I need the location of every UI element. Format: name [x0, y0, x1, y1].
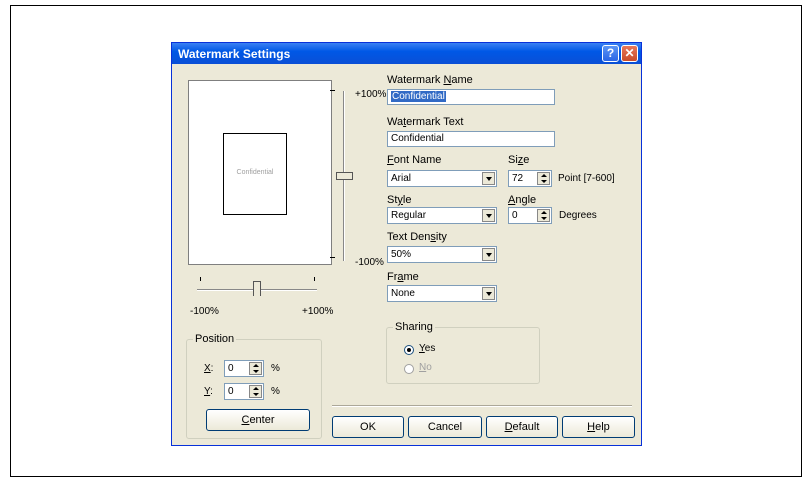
angle-spinner[interactable]: 0	[508, 207, 552, 224]
y-spin-arrows-icon[interactable]	[249, 385, 262, 398]
vertical-slider[interactable]	[334, 87, 354, 265]
hslider-max-label: +100%	[302, 306, 334, 317]
preview-page: Confidential	[223, 133, 287, 215]
hslider-tick-left	[200, 277, 201, 281]
button-separator	[332, 405, 632, 407]
frame-label: Frame	[387, 271, 419, 283]
font-name-select[interactable]: Arial	[387, 170, 497, 187]
sharing-yes-label: Yes	[419, 343, 436, 354]
size-label: Size	[508, 154, 530, 166]
watermark-text-value: Confidential	[391, 133, 444, 144]
sharing-group-title: Sharing	[393, 321, 435, 333]
help-button[interactable]: Help	[562, 416, 635, 438]
text-density-dropdown-icon[interactable]	[482, 248, 495, 261]
y-label: Y:	[204, 386, 213, 397]
size-spin-arrows-icon[interactable]	[537, 172, 550, 185]
frame-dropdown-icon[interactable]	[482, 287, 495, 300]
style-label: Style	[387, 194, 412, 206]
watermark-name-label: Watermark Name	[387, 74, 473, 86]
y-position-spinner[interactable]: 0	[224, 383, 264, 400]
y-position-value: 0	[228, 386, 234, 397]
hslider-thumb[interactable]	[253, 281, 261, 296]
vslider-thumb[interactable]	[336, 172, 353, 180]
preview-watermark-text: Confidential	[236, 169, 274, 176]
y-unit-label: %	[271, 386, 280, 397]
watermark-settings-dialog: Watermark Settings ? ✕ Confidential -100…	[171, 42, 642, 446]
cancel-button[interactable]: Cancel	[408, 416, 482, 438]
center-button[interactable]: Center	[206, 409, 310, 431]
x-unit-label: %	[271, 363, 280, 374]
ok-button[interactable]: OK	[332, 416, 404, 438]
text-density-label: Text Density	[387, 231, 447, 243]
hslider-tick-right	[314, 277, 315, 281]
size-value: 72	[512, 173, 524, 184]
watermark-text-input[interactable]: Confidential	[387, 131, 555, 147]
position-group-title: Position	[193, 333, 237, 345]
angle-value: 0	[512, 210, 518, 221]
sharing-group: Sharing	[386, 321, 540, 384]
size-unit-label: Point [7-600]	[558, 173, 615, 184]
help-icon[interactable]: ?	[602, 45, 619, 62]
sharing-no-label: No	[419, 362, 432, 373]
text-density-value: 50%	[391, 249, 412, 260]
watermark-name-value: Confidential	[391, 91, 446, 102]
font-name-value: Arial	[391, 173, 412, 184]
vslider-bottom-label: -100%	[355, 257, 384, 268]
style-dropdown-icon[interactable]	[482, 209, 495, 222]
default-button[interactable]: Default	[486, 416, 558, 438]
angle-spin-arrows-icon[interactable]	[537, 209, 550, 222]
title-bar[interactable]: Watermark Settings ? ✕	[172, 43, 641, 64]
sharing-no-radio	[404, 364, 414, 374]
horizontal-slider[interactable]	[194, 271, 320, 297]
text-density-select[interactable]: 50%	[387, 246, 497, 263]
font-name-dropdown-icon[interactable]	[482, 172, 495, 185]
style-select[interactable]: Regular	[387, 207, 497, 224]
vslider-top-label: +100%	[355, 89, 387, 100]
preview-pane: Confidential	[188, 80, 332, 265]
size-spinner[interactable]: 72	[508, 170, 552, 187]
close-icon[interactable]: ✕	[621, 45, 638, 62]
x-label: X:	[204, 363, 214, 374]
angle-label: Angle	[508, 194, 537, 206]
x-spin-arrows-icon[interactable]	[249, 362, 262, 375]
font-name-label: Font Name	[387, 154, 442, 166]
frame-select[interactable]: None	[387, 285, 497, 302]
angle-unit-label: Degrees	[559, 210, 597, 221]
hslider-min-label: -100%	[190, 306, 219, 317]
style-value: Regular	[391, 210, 427, 221]
watermark-name-input[interactable]: Confidential	[387, 89, 555, 105]
sharing-yes-radio[interactable]	[404, 345, 414, 355]
x-position-value: 0	[228, 363, 234, 374]
frame-value: None	[391, 288, 415, 299]
x-position-spinner[interactable]: 0	[224, 360, 264, 377]
window-title: Watermark Settings	[178, 47, 291, 61]
watermark-text-label: Watermark Text	[387, 116, 464, 128]
